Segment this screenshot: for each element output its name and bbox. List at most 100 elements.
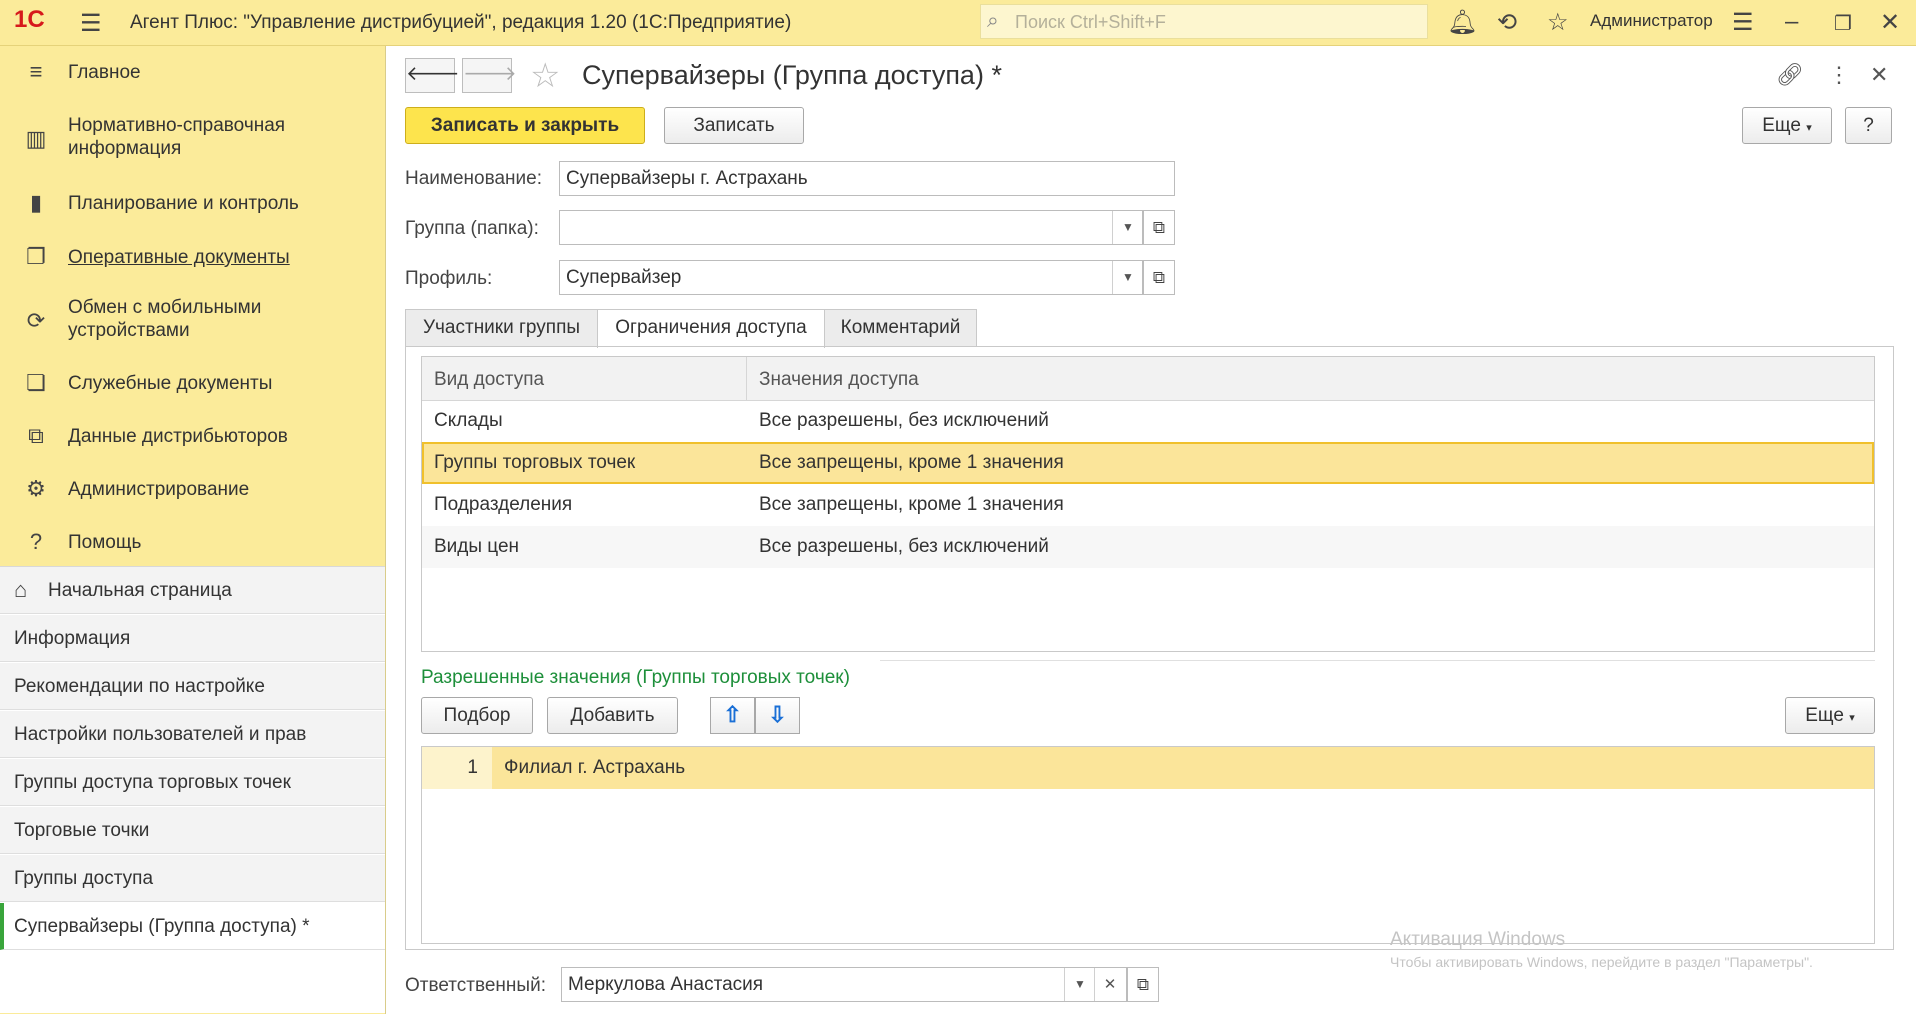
home-icon: ⌂: [14, 577, 28, 602]
windows-activation-title: Активация Windows: [1390, 929, 1566, 950]
sidebar-item-service-docs[interactable]: ❏ Служебные документы: [0, 370, 385, 400]
star-icon[interactable]: ☆: [1547, 8, 1569, 37]
open-icon: ⧉: [1136, 975, 1150, 994]
tab-members[interactable]: Участники группы: [405, 309, 598, 347]
arrow-down-icon: ⇩: [768, 702, 787, 727]
service-docs-icon: ❏: [26, 370, 46, 395]
row-value: Филиал г. Астрахань: [504, 757, 686, 778]
table-header: Вид доступа Значения доступа: [422, 357, 1874, 401]
table-row[interactable]: Подразделения Все запрещены, кроме 1 зна…: [422, 484, 1874, 526]
search-placeholder: Поиск Ctrl+Shift+F: [1015, 12, 1166, 32]
group-field[interactable]: ▼: [559, 210, 1143, 245]
chart-icon: ▮: [29, 190, 43, 215]
row-number: 1: [422, 747, 492, 789]
chevron-down-icon[interactable]: ▼: [1064, 968, 1095, 1001]
app-title: Агент Плюс: "Управление дистрибуцией", р…: [130, 12, 792, 33]
sidebar-item-help[interactable]: ? Помощь: [0, 529, 385, 559]
library-icon: ▥: [25, 126, 47, 151]
history-icon[interactable]: ⟲: [1497, 8, 1517, 37]
table-row-selected[interactable]: 1 Филиал г. Астрахань: [422, 747, 1874, 789]
open-windows-list: ⌂ Начальная страница Информация Рекоменд…: [0, 566, 385, 1013]
tab-comment[interactable]: Комментарий: [824, 309, 977, 347]
open-window-user-settings[interactable]: Настройки пользователей и прав: [0, 711, 385, 758]
responsible-field[interactable]: Меркулова Анастасия ▼ ✕: [561, 967, 1127, 1002]
open-window-recommendations[interactable]: Рекомендации по настройке: [0, 663, 385, 710]
sidebar: ≡ Главное ▥ Нормативно-справочная информ…: [0, 46, 386, 1014]
access-kinds-table: Вид доступа Значения доступа Склады Все …: [421, 356, 1875, 652]
sidebar-item-distributors[interactable]: ⧉ Данные дистрибьюторов: [0, 423, 385, 453]
open-window-info[interactable]: Информация: [0, 615, 385, 662]
allowed-values-table: 1 Филиал г. Астрахань: [421, 746, 1875, 944]
user-name[interactable]: Администратор: [1590, 11, 1713, 31]
chevron-down-icon: ▾: [1849, 712, 1855, 724]
divider: [880, 660, 1875, 661]
table-row[interactable]: Склады Все разрешены, без исключений: [422, 400, 1874, 442]
name-label: Наименование:: [405, 168, 542, 189]
profile-label: Профиль:: [405, 268, 493, 289]
bell-icon[interactable]: 🔔︎: [1447, 8, 1477, 37]
windows-activation-text: Чтобы активировать Windows, перейдите в …: [1390, 954, 1813, 970]
sidebar-item-reference[interactable]: ▥ Нормативно-справочная информация: [0, 114, 385, 164]
open-window-outlet-access-groups[interactable]: Группы доступа торговых точек: [0, 759, 385, 806]
close-window-icon[interactable]: ✕: [1880, 8, 1900, 37]
table-row[interactable]: Виды цен Все разрешены, без исключений: [422, 526, 1874, 568]
pick-button[interactable]: Подбор: [421, 697, 533, 734]
open-window-home[interactable]: ⌂ Начальная страница: [0, 567, 385, 614]
tab-access-restrictions[interactable]: Ограничения доступа: [597, 309, 825, 348]
sync-icon: ⟳: [26, 308, 46, 333]
help-button[interactable]: ?: [1845, 107, 1892, 144]
group-open-button[interactable]: ⧉: [1143, 210, 1175, 245]
search-input[interactable]: ⌕ Поиск Ctrl+Shift+F: [980, 4, 1428, 39]
sidebar-item-main[interactable]: ≡ Главное: [0, 59, 385, 89]
back-button[interactable]: 🡐: [405, 58, 460, 93]
restore-icon[interactable]: ❐: [1834, 11, 1852, 36]
move-up-button[interactable]: ⇧: [710, 697, 755, 734]
favorite-star-icon[interactable]: ☆: [530, 56, 560, 96]
column-header[interactable]: Вид доступа: [434, 369, 544, 391]
arrow-left-icon: 🡐: [406, 63, 460, 85]
arrow-up-icon: ⇧: [723, 702, 742, 727]
chevron-down-icon: ▾: [1806, 122, 1812, 134]
documents-icon: ❐: [26, 244, 46, 269]
sidebar-item-planning[interactable]: ▮ Планирование и контроль: [0, 190, 385, 220]
table-row-selected[interactable]: Группы торговых точек Все запрещены, кро…: [422, 442, 1874, 484]
arrow-right-icon: 🡒: [463, 63, 517, 85]
close-form-icon[interactable]: ✕: [1870, 62, 1888, 88]
more-button-2[interactable]: Еще ▾: [1785, 697, 1875, 734]
add-button[interactable]: Добавить: [547, 697, 678, 734]
name-field[interactable]: Супервайзеры г. Астрахань: [559, 161, 1175, 196]
save-close-button[interactable]: Записать и закрыть: [405, 107, 645, 144]
title-bar: 1С ☰ Агент Плюс: "Управление дистрибуцие…: [0, 0, 1916, 46]
open-window-supervisors[interactable]: Супервайзеры (Группа доступа) *: [0, 903, 385, 950]
more-button[interactable]: Еще ▾: [1742, 107, 1832, 144]
profile-field[interactable]: Супервайзер ▼: [559, 260, 1143, 295]
open-window-outlets[interactable]: Торговые точки: [0, 807, 385, 854]
open-icon: ⧉: [1152, 268, 1166, 287]
open-window-access-groups[interactable]: Группы доступа: [0, 855, 385, 902]
gear-icon: ⚙: [26, 476, 46, 501]
column-header[interactable]: Значения доступа: [759, 369, 919, 391]
profile-open-button[interactable]: ⧉: [1143, 260, 1175, 295]
app-logo: 1С: [14, 6, 45, 33]
search-icon: ⌕: [987, 9, 999, 32]
chevron-down-icon[interactable]: ▼: [1112, 261, 1143, 294]
menu-icon: ≡: [29, 59, 43, 84]
responsible-open-button[interactable]: ⧉: [1127, 967, 1159, 1002]
responsible-label: Ответственный:: [405, 975, 546, 996]
settings-menu-icon[interactable]: ☰: [1732, 8, 1754, 37]
sidebar-item-administration[interactable]: ⚙ Администрирование: [0, 476, 385, 506]
sidebar-item-mobile-exchange[interactable]: ⟳ Обмен с мобильными устройствами: [0, 296, 385, 346]
chevron-down-icon[interactable]: ▼: [1112, 211, 1143, 244]
save-button[interactable]: Записать: [664, 107, 804, 144]
sidebar-item-operational-docs[interactable]: ❐ Оперативные документы: [0, 244, 385, 274]
more-vert-icon[interactable]: ⋮: [1828, 62, 1850, 88]
allowed-values-title: Разрешенные значения (Группы торговых то…: [421, 667, 850, 688]
distributor-icon: ⧉: [28, 423, 44, 448]
clear-icon[interactable]: ✕: [1094, 968, 1125, 1001]
minimize-icon[interactable]: –: [1785, 8, 1798, 36]
link-icon[interactable]: 🔗︎: [1776, 62, 1804, 88]
forward-button[interactable]: 🡒: [462, 58, 517, 93]
move-down-button[interactable]: ⇩: [755, 697, 800, 734]
open-icon: ⧉: [1152, 218, 1166, 237]
main-menu-icon[interactable]: ☰: [80, 9, 102, 38]
